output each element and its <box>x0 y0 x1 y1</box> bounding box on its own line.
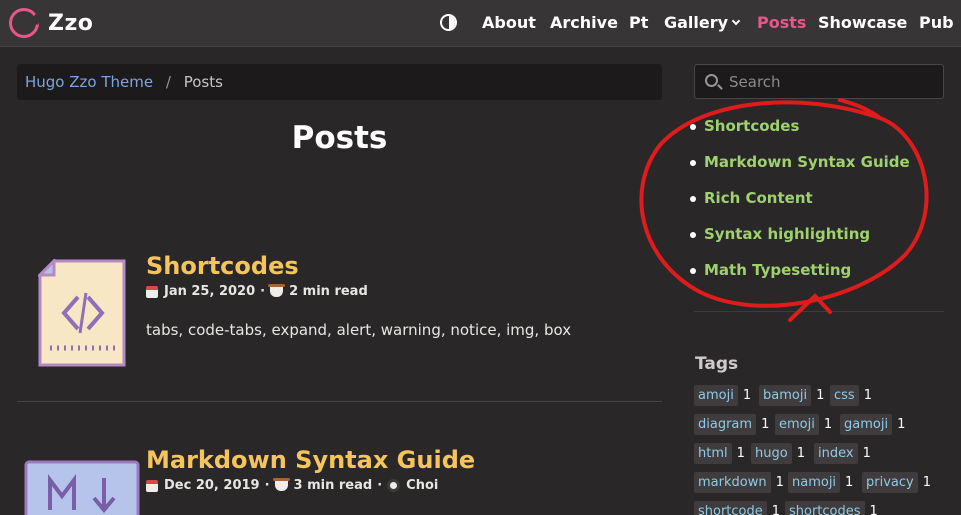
breadcrumb-home-link[interactable]: Hugo Zzo Theme <box>25 73 153 91</box>
code-file-icon[interactable] <box>38 259 126 367</box>
tags-heading: Tags <box>695 354 739 374</box>
calendar-icon <box>146 285 158 298</box>
post-summary: tabs, code-tabs, expand, alert, warning,… <box>146 321 572 339</box>
table-of-contents: Shortcodes Markdown Syntax Guide Rich Co… <box>690 117 910 297</box>
tag-count: 1 <box>736 446 745 461</box>
post-date: Jan 25, 2020 <box>164 284 256 299</box>
site-logo[interactable]: Zzo <box>9 8 93 38</box>
tag-count: 1 <box>816 388 825 403</box>
nav-item-posts[interactable]: Posts <box>757 13 806 32</box>
post-meta: Dec 20, 2019 · 3 min read · Choi <box>146 477 438 493</box>
page-title: Posts <box>291 120 388 156</box>
breadcrumb: Hugo Zzo Theme / Posts <box>17 64 662 100</box>
tag-name: shortcode <box>694 501 767 515</box>
tag-item-diagram[interactable]: diagram 1 <box>694 414 774 435</box>
tag-name: namoji <box>788 472 841 493</box>
tag-count: 1 <box>897 417 906 432</box>
tag-item-gamoji[interactable]: gamoji 1 <box>840 414 910 435</box>
tag-item-css[interactable]: css 1 <box>830 385 877 406</box>
logo-ring-icon <box>9 8 39 38</box>
post-divider <box>17 401 662 402</box>
tag-name: emoji <box>775 414 819 435</box>
post-title-link[interactable]: Shortcodes <box>146 252 299 280</box>
tag-name: amoji <box>694 385 738 406</box>
tag-count: 1 <box>742 388 752 403</box>
tag-name: css <box>830 385 859 406</box>
tag-item-html[interactable]: html 1 <box>694 443 750 464</box>
search-input[interactable] <box>729 72 934 92</box>
tag-item-privacy[interactable]: privacy 1 <box>862 472 936 493</box>
sidebar-divider <box>694 311 944 312</box>
tag-name: gamoji <box>840 414 893 435</box>
tag-count: 1 <box>863 388 872 403</box>
post-read-time: 2 min read <box>289 284 368 299</box>
tag-count: 1 <box>761 417 770 432</box>
tag-name: hugo <box>751 443 792 464</box>
tag-item-emoji[interactable]: emoji 1 <box>775 414 837 435</box>
nav-item-archive[interactable]: Archive <box>550 13 618 32</box>
meta-separator: · <box>264 478 270 493</box>
tag-count: 1 <box>796 446 805 461</box>
nav-item-showcase[interactable]: Showcase <box>818 13 907 32</box>
chevron-down-icon <box>731 16 741 26</box>
toc-item-rich-content[interactable]: Rich Content <box>690 189 910 225</box>
breadcrumb-current: Posts <box>183 73 223 91</box>
nav-item-gallery-label: Gallery <box>664 13 729 32</box>
search-icon <box>705 74 718 87</box>
tag-item-shortcode[interactable]: shortcode 1 <box>694 501 785 515</box>
tag-count: 1 <box>862 446 871 461</box>
post-read-time: 3 min read <box>293 478 373 493</box>
coffee-icon <box>272 477 290 491</box>
tag-item-namoji[interactable]: namoji 1 <box>788 472 858 493</box>
nav-item-pt[interactable]: Pt <box>629 13 648 32</box>
toc-item-shortcodes[interactable]: Shortcodes <box>690 117 910 153</box>
tag-count: 1 <box>869 504 878 515</box>
tag-name: markdown <box>694 472 771 493</box>
nav-item-about[interactable]: About <box>482 13 536 32</box>
theme-toggle-icon[interactable] <box>440 14 457 31</box>
breadcrumb-separator: / <box>165 73 171 91</box>
markdown-file-icon[interactable] <box>24 460 140 515</box>
logo-text: Zzo <box>48 10 94 36</box>
post-date: Dec 20, 2019 <box>164 478 260 493</box>
tag-count: 1 <box>775 475 784 490</box>
tag-count: 1 <box>845 475 854 490</box>
tag-count: 1 <box>771 504 781 515</box>
tag-name: html <box>694 443 732 464</box>
tag-item-bamoji[interactable]: bamoji 1 <box>759 385 829 406</box>
meta-separator: · <box>377 478 383 493</box>
author-icon <box>387 479 401 492</box>
tag-item-markdown[interactable]: markdown 1 <box>694 472 789 493</box>
tag-name: index <box>814 443 858 464</box>
nav-item-gallery[interactable]: Gallery <box>664 13 741 32</box>
top-navbar: Zzo About Archive Pt Gallery Posts Showc… <box>0 0 961 47</box>
tag-name: privacy <box>862 472 918 493</box>
post-author[interactable]: Choi <box>406 478 438 493</box>
tag-item-amoji[interactable]: amoji 1 <box>694 385 756 406</box>
tag-item-shortcodes[interactable]: shortcodes 1 <box>785 501 883 515</box>
nav-item-pub[interactable]: Pub <box>919 13 954 32</box>
tag-name: diagram <box>694 414 757 435</box>
tag-name: shortcodes <box>785 501 865 515</box>
toc-item-markdown-syntax-guide[interactable]: Markdown Syntax Guide <box>690 153 910 189</box>
tag-item-index[interactable]: index 1 <box>814 443 876 464</box>
tag-name: bamoji <box>759 385 812 406</box>
tag-count: 1 <box>922 475 931 490</box>
toc-item-math-typesetting[interactable]: Math Typesetting <box>690 261 910 297</box>
meta-separator: · <box>260 284 266 299</box>
tag-count: 1 <box>823 417 833 432</box>
calendar-icon <box>146 479 158 492</box>
toc-item-syntax-highlighting[interactable]: Syntax highlighting <box>690 225 910 261</box>
post-title-link[interactable]: Markdown Syntax Guide <box>146 446 475 474</box>
coffee-icon <box>268 283 286 297</box>
post-meta: Jan 25, 2020 · 2 min read <box>146 283 368 299</box>
tag-item-hugo[interactable]: hugo 1 <box>751 443 810 464</box>
search-box <box>694 64 944 99</box>
